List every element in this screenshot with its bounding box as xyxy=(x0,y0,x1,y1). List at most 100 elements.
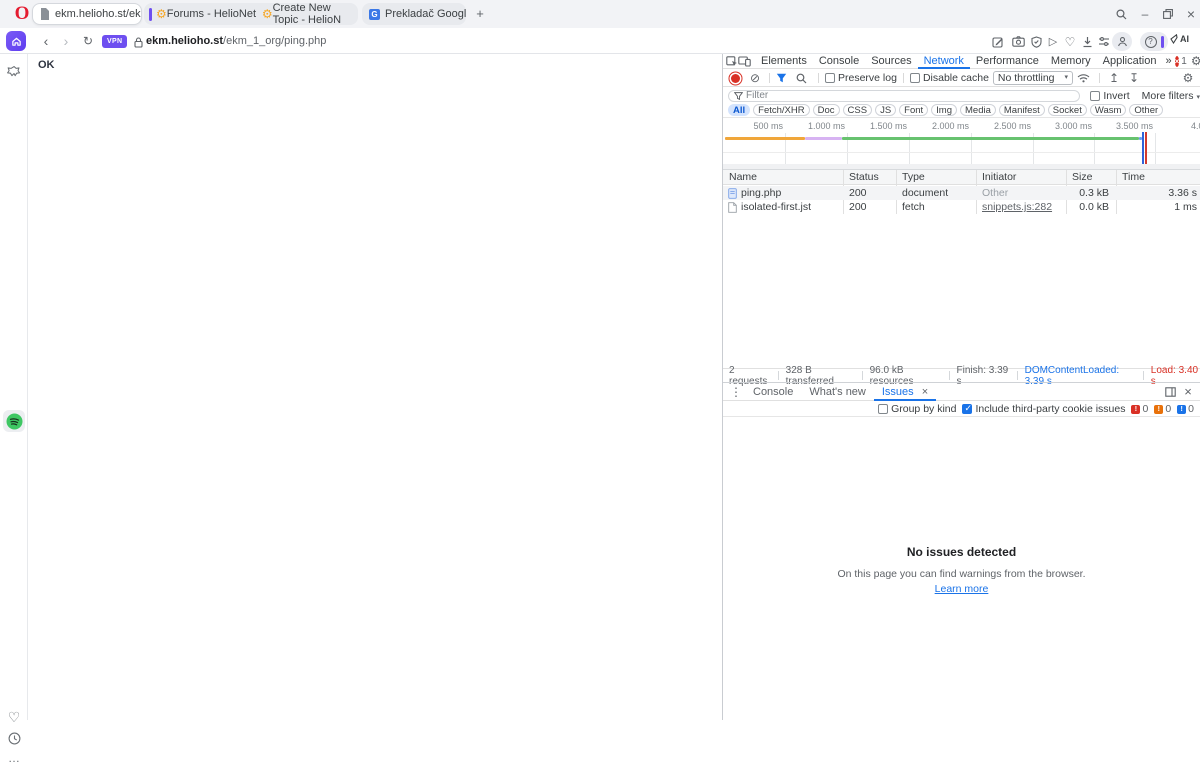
chip-wasm[interactable]: Wasm xyxy=(1090,104,1127,116)
search-network-icon[interactable] xyxy=(796,73,812,84)
devtools-tab-memory[interactable]: Memory xyxy=(1045,54,1097,69)
reload-button[interactable]: ↻ xyxy=(80,32,96,50)
chip-doc[interactable]: Doc xyxy=(813,104,840,116)
network-settings-gear-icon[interactable]: ⚙ xyxy=(1180,71,1196,85)
chip-font[interactable]: Font xyxy=(899,104,928,116)
history-clock-icon[interactable] xyxy=(5,729,23,747)
chip-media[interactable]: Media xyxy=(960,104,996,116)
sidebar-setup-button[interactable]: ? xyxy=(1140,32,1168,51)
tab-islands-icon[interactable] xyxy=(5,62,23,80)
filter-input-box[interactable] xyxy=(728,90,1080,102)
tick-label: 2.000 ms xyxy=(919,121,969,131)
profile-button[interactable] xyxy=(1112,32,1132,51)
opera-logo-icon[interactable]: O xyxy=(11,3,33,25)
invert-checkbox[interactable]: Invert xyxy=(1090,90,1129,102)
tune-sliders-icon[interactable] xyxy=(1096,34,1112,49)
devtools-tab-console[interactable]: Console xyxy=(813,54,865,69)
tab-island: ⚙ Forums - HelioNet ⚙ Create New Topic -… xyxy=(144,3,358,25)
export-har-icon[interactable]: ↧ xyxy=(1126,71,1142,85)
restore-button[interactable] xyxy=(1159,6,1177,22)
tab-close-icon[interactable]: × xyxy=(922,386,928,398)
chip-css[interactable]: CSS xyxy=(843,104,873,116)
devtools-tab-performance[interactable]: Performance xyxy=(970,54,1045,69)
forward-button[interactable]: › xyxy=(58,32,74,50)
more-tabs-icon[interactable]: » xyxy=(1162,54,1174,69)
preserve-log-checkbox[interactable]: Preserve log xyxy=(825,72,897,84)
download-icon[interactable] xyxy=(1079,34,1095,49)
network-conditions-icon[interactable] xyxy=(1077,73,1093,83)
devtools-tab-network[interactable]: Network xyxy=(918,54,970,69)
tick-label: 2.500 ms xyxy=(981,121,1031,131)
disable-cache-checkbox[interactable]: Disable cache xyxy=(910,72,989,84)
throttling-select[interactable]: No throttling ▾ xyxy=(993,71,1073,85)
edit-page-icon[interactable] xyxy=(990,34,1006,49)
chip-socket[interactable]: Socket xyxy=(1048,104,1087,116)
request-initiator-link[interactable]: snippets.js:282 xyxy=(982,200,1062,214)
opera-home-button[interactable] xyxy=(6,31,26,51)
learn-more-link[interactable]: Learn more xyxy=(935,583,989,595)
tab-forums-helionet[interactable]: ⚙ Forums - HelioNet xyxy=(156,8,262,20)
devtools-settings-gear-icon[interactable]: ⚙ xyxy=(1191,54,1200,68)
column-header-name[interactable]: Name xyxy=(729,170,757,185)
sidebar-heart-icon[interactable]: ♡ xyxy=(5,708,23,726)
shield-check-icon[interactable] xyxy=(1028,34,1044,49)
chip-img[interactable]: Img xyxy=(931,104,957,116)
chip-fetch-xhr[interactable]: Fetch/XHR xyxy=(753,104,809,116)
tick-label: 500 ms xyxy=(733,121,783,131)
favorites-heart-icon[interactable]: ♡ xyxy=(1062,34,1078,49)
column-header-type[interactable]: Type xyxy=(902,170,925,185)
chevron-down-icon: ▾ xyxy=(1065,72,1069,84)
tick-label: 3.000 ms xyxy=(1042,121,1092,131)
devtools-tab-application[interactable]: Application xyxy=(1097,54,1163,69)
filter-funnel-icon[interactable] xyxy=(776,73,792,83)
device-toolbar-icon[interactable] xyxy=(738,54,751,68)
drawer-tab-issues[interactable]: Issues × xyxy=(874,383,936,401)
minimize-button[interactable]: – xyxy=(1136,6,1154,22)
chip-js[interactable]: JS xyxy=(875,104,896,116)
chip-all[interactable]: All xyxy=(728,104,750,116)
aria-ai-button[interactable]: AI xyxy=(1170,34,1189,44)
record-network-log-icon[interactable] xyxy=(731,74,740,83)
column-header-time[interactable]: Time xyxy=(1122,170,1145,185)
import-har-icon[interactable]: ↥ xyxy=(1106,71,1122,85)
devtools-tab-sources[interactable]: Sources xyxy=(865,54,917,69)
devtools-tab-elements[interactable]: Elements xyxy=(755,54,813,69)
chip-other[interactable]: Other xyxy=(1129,104,1163,116)
sidebar-more-icon[interactable]: … xyxy=(5,749,23,767)
lock-icon[interactable] xyxy=(130,35,146,50)
table-row-ping-php[interactable]: ping.php 200 document Other 0.3 kB 3.36 … xyxy=(723,186,1200,200)
spotify-highlight[interactable] xyxy=(3,410,25,432)
vpn-badge[interactable]: VPN xyxy=(102,35,127,48)
error-badge-icon[interactable]: × xyxy=(1175,56,1180,67)
table-row-isolated-first[interactable]: isolated-first.jst 200 fetch snippets.js… xyxy=(723,200,1200,214)
tab-search-icon[interactable] xyxy=(1112,6,1130,22)
tab-active-ekm[interactable]: ekm.helioho.st/ekm_1_org xyxy=(32,3,142,25)
drawer-tab-whats-new[interactable]: What's new xyxy=(801,383,874,401)
inspect-element-icon[interactable] xyxy=(726,54,738,68)
column-header-initiator[interactable]: Initiator xyxy=(982,170,1016,185)
url-field[interactable]: ekm.helioho.st/ekm_1_org/ping.php xyxy=(146,35,326,47)
chip-manifest[interactable]: Manifest xyxy=(999,104,1045,116)
send-to-device-icon[interactable]: ▷ xyxy=(1045,34,1061,49)
more-filters-button[interactable]: More filters ▾ xyxy=(1142,90,1200,102)
close-window-button[interactable]: × xyxy=(1182,6,1200,22)
drawer-close-icon[interactable]: × xyxy=(1179,385,1197,399)
network-overview[interactable]: 500 ms 1.000 ms 1.500 ms 2.000 ms 2.500 … xyxy=(723,118,1200,170)
column-header-size[interactable]: Size xyxy=(1072,170,1092,185)
tab-google-translate[interactable]: G Prekladač Google xyxy=(362,3,466,25)
group-by-kind-checkbox[interactable]: Group by kind xyxy=(878,403,956,415)
drawer-menu-kebab-icon[interactable]: ⋮ xyxy=(727,385,745,399)
snapshot-camera-icon[interactable] xyxy=(1010,34,1026,49)
new-tab-button[interactable]: + xyxy=(470,4,490,24)
back-button[interactable]: ‹ xyxy=(38,32,54,50)
request-initiator: Other xyxy=(982,186,1062,200)
drawer-tab-console[interactable]: Console xyxy=(745,383,801,401)
column-header-status[interactable]: Status xyxy=(849,170,879,185)
clear-network-log-icon[interactable]: ⊘ xyxy=(747,71,763,85)
drawer-split-view-icon[interactable] xyxy=(1161,385,1179,399)
tab-create-new-topic[interactable]: ⚙ Create New Topic - HelioN xyxy=(262,3,358,25)
filter-input[interactable] xyxy=(746,91,1074,101)
group-by-kind-label: Group by kind xyxy=(891,403,956,415)
spotify-icon xyxy=(6,413,23,430)
include-cookie-issues-checkbox[interactable]: Include third-party cookie issues xyxy=(962,403,1125,415)
